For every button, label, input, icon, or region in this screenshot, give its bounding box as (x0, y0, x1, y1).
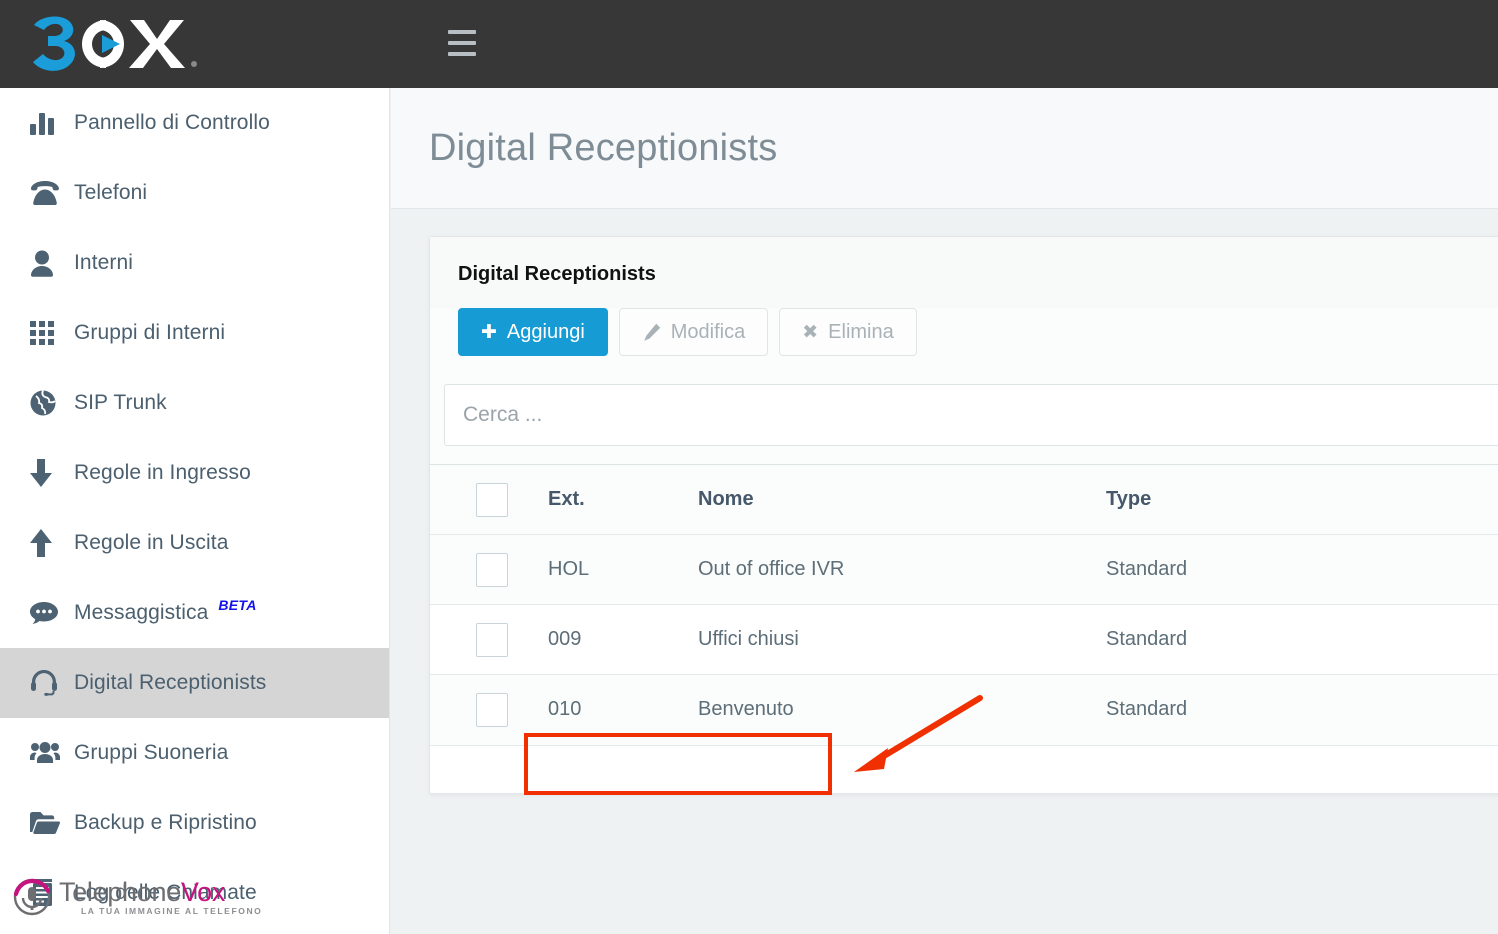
hamburger-bar (448, 52, 476, 56)
cell-type: Standard (1106, 534, 1498, 605)
plus-icon: ✚ (481, 321, 497, 343)
hamburger-menu-icon[interactable] (448, 30, 478, 56)
sidebar-item-telefoni[interactable]: Telefoni (0, 158, 389, 228)
sidebar-item-sip-trunk[interactable]: SIP Trunk (0, 368, 389, 438)
table-header-row: Ext. Nome Type (430, 464, 1498, 535)
sidebar-item-label: SIP Trunk (74, 391, 167, 414)
sidebar-item-label: Regole in Uscita (74, 531, 229, 554)
sidebar-item-label: Log delle Chiamate (74, 881, 257, 904)
cell-ext: 009 (548, 604, 698, 675)
users-group-icon (30, 741, 74, 765)
sidebar-item-label: Regole in Ingresso (74, 461, 251, 484)
table-row[interactable]: HOL Out of office IVR Standard (430, 534, 1498, 605)
hamburger-bar (448, 30, 476, 34)
table-footer (430, 744, 1498, 793)
sidebar-item-label: Backup e Ripristino (74, 811, 257, 834)
column-header-type[interactable]: Type (1106, 464, 1498, 535)
select-all-header (430, 464, 548, 535)
row-select-cell (430, 534, 548, 605)
sidebar-item-gruppi-di-interni[interactable]: Gruppi di Interni (0, 298, 389, 368)
row-checkbox[interactable] (476, 552, 508, 587)
table-head: Ext. Nome Type (430, 464, 1498, 535)
bar-chart-icon (30, 110, 74, 136)
sidebar-item-label: Pannello di Controllo (74, 111, 270, 134)
cell-type: Standard (1106, 674, 1498, 745)
receptionists-table: Ext. Nome Type HOL Out of office IVR Sta… (430, 464, 1498, 745)
grid-icon (30, 320, 74, 346)
table-row[interactable]: 009 Uffici chiusi Standard (430, 604, 1498, 675)
table-body: HOL Out of office IVR Standard 009 Uffic… (430, 534, 1498, 745)
folder-icon (30, 811, 74, 835)
edit-button[interactable]: Modifica (618, 308, 769, 356)
column-header-nome[interactable]: Nome (698, 464, 1106, 535)
add-button-label: Aggiungi (506, 320, 585, 343)
beta-badge: BETA (218, 597, 257, 613)
select-all-checkbox[interactable] (476, 482, 508, 517)
sidebar-item-label: Interni (74, 251, 134, 274)
arrow-up-icon (30, 529, 74, 557)
add-button[interactable]: ✚ Aggiungi (458, 308, 608, 356)
sidebar-item-log-delle-chiamate[interactable]: Log delle Chiamate (0, 858, 389, 928)
table-row[interactable]: 010 Benvenuto Standard (430, 674, 1498, 745)
cell-ext: 010 (548, 674, 698, 745)
cell-nome: Out of office IVR (698, 534, 1106, 605)
row-checkbox[interactable] (476, 692, 508, 727)
sidebar-item-regole-in-ingresso[interactable]: Regole in Ingresso (0, 438, 389, 508)
globe-icon (30, 390, 74, 416)
sidebar-item-interni[interactable]: Interni (0, 228, 389, 298)
panel-toolbar: ✚ Aggiungi Modifica ✖ Elimina (430, 308, 1498, 384)
chat-bubble-icon (30, 601, 74, 625)
sidebar-item-label: Gruppi Suoneria (74, 741, 229, 764)
search-input[interactable] (444, 384, 1498, 446)
app-root: Pannello di Controllo Telefoni Interni G… (0, 0, 1498, 934)
row-checkbox[interactable] (476, 622, 508, 657)
sidebar-item-label: Telefoni (74, 181, 148, 204)
sidebar-nav: Pannello di Controllo Telefoni Interni G… (0, 88, 390, 934)
headset-icon (30, 669, 74, 697)
sidebar-item-gruppi-suoneria[interactable]: Gruppi Suoneria (0, 718, 389, 788)
close-x-icon: ✖ (802, 321, 819, 343)
search-container (430, 384, 1498, 446)
panel-title: Digital Receptionists (458, 263, 656, 285)
sidebar-item-label: Messaggistica (74, 601, 209, 624)
hamburger-bar (448, 41, 476, 45)
page-title: Digital Receptionists (429, 126, 778, 169)
sidebar-item-backup-e-ripristino[interactable]: Backup e Ripristino (0, 788, 389, 858)
sidebar-item-label: Gruppi di Interni (74, 321, 226, 344)
top-header-bar (0, 0, 1498, 88)
call-log-icon (30, 879, 74, 907)
edit-button-label: Modifica (670, 320, 746, 343)
user-icon (30, 250, 74, 277)
sidebar-item-regole-in-uscita[interactable]: Regole in Uscita (0, 508, 389, 578)
sidebar-item-digital-receptionists[interactable]: Digital Receptionists (0, 648, 389, 718)
sidebar-item-pannello-di-controllo[interactable]: Pannello di Controllo (0, 88, 389, 158)
cell-type: Standard (1106, 604, 1498, 675)
column-header-ext[interactable]: Ext. (548, 464, 698, 535)
telephone-icon (30, 180, 74, 206)
3cx-logo[interactable] (30, 15, 206, 73)
sidebar-item-messaggistica[interactable]: Messaggistica BETA (0, 578, 389, 648)
cell-nome: Benvenuto (698, 674, 1106, 745)
delete-button[interactable]: ✖ Elimina (779, 308, 917, 356)
page-header: Digital Receptionists (391, 88, 1498, 209)
pencil-icon (642, 323, 661, 342)
arrow-down-icon (30, 459, 74, 487)
row-select-cell (430, 604, 548, 675)
main-content: Digital Receptionists Digital Receptioni… (391, 88, 1498, 934)
row-select-cell (430, 674, 548, 745)
delete-button-label: Elimina (828, 320, 894, 343)
cell-nome: Uffici chiusi (698, 604, 1106, 675)
panel-header: Digital Receptionists (430, 237, 1498, 308)
cell-ext: HOL (548, 534, 698, 605)
sidebar-item-label: Digital Receptionists (74, 671, 267, 694)
digital-receptionists-panel: Digital Receptionists ✚ Aggiungi Modific… (429, 236, 1498, 794)
